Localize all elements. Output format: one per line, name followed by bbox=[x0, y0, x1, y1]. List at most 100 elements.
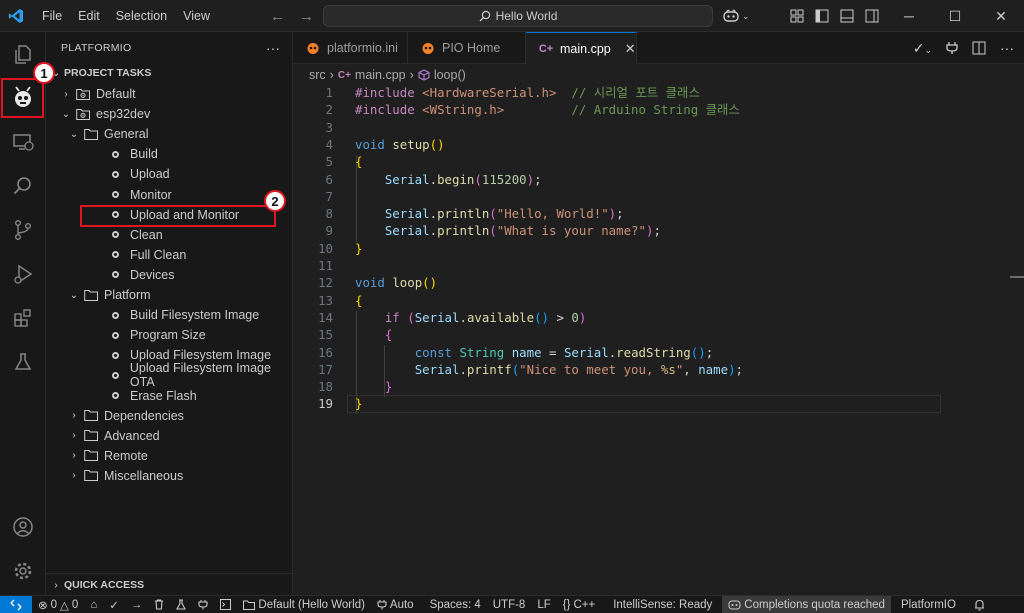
code-line[interactable]: 4 void setup() bbox=[293, 136, 1024, 153]
plug-icon[interactable] bbox=[946, 41, 958, 55]
pio-home-status-icon[interactable]: ⌂ bbox=[84, 596, 103, 613]
code-line[interactable]: 1 #include <HardwareSerial.h> // 시리얼 포트 클… bbox=[293, 84, 1024, 101]
back-arrow-icon[interactable]: ← bbox=[270, 8, 285, 25]
code-line[interactable]: 8 Serial.println("Hello, World!"); bbox=[293, 205, 1024, 222]
intellisense-status[interactable]: IntelliSense: Ready bbox=[607, 596, 718, 613]
pio-monitor-plug-icon[interactable] bbox=[192, 596, 214, 613]
copilot-chevron-icon[interactable]: ⌄ bbox=[742, 11, 750, 22]
tree-item-full-clean[interactable]: Full Clean bbox=[46, 245, 293, 265]
tree-item-clean[interactable]: Clean bbox=[46, 225, 293, 245]
check-icon[interactable]: ✓⌄ bbox=[913, 40, 932, 57]
search-activity-icon[interactable] bbox=[0, 164, 46, 208]
tab-pio-home[interactable]: PIO Home bbox=[408, 32, 526, 64]
tree-item-general[interactable]: ⌄ General bbox=[46, 124, 293, 144]
remote-explorer-icon[interactable] bbox=[0, 120, 46, 164]
eol-status[interactable]: LF bbox=[531, 596, 556, 613]
more-actions-icon[interactable]: ··· bbox=[1000, 40, 1014, 56]
pio-upload-arrow-icon[interactable]: → bbox=[125, 596, 149, 613]
code-line[interactable]: 11 bbox=[293, 257, 1024, 274]
run-debug-icon[interactable] bbox=[0, 252, 46, 296]
code-line[interactable]: 6 Serial.begin(115200); bbox=[293, 171, 1024, 188]
tree-item-program-size[interactable]: Program Size bbox=[46, 325, 293, 345]
code-line[interactable]: 14 if (Serial.available() > 0) bbox=[293, 309, 1024, 326]
pio-clean-trash-icon[interactable] bbox=[148, 596, 170, 613]
toggle-panel-icon[interactable] bbox=[840, 9, 854, 23]
code-line[interactable]: 18 } bbox=[293, 378, 1024, 395]
project-tasks-header[interactable]: ⌄ PROJECT TASKS bbox=[46, 62, 293, 84]
tree-item-dependencies[interactable]: › Dependencies bbox=[46, 406, 293, 426]
code-line[interactable]: 10} bbox=[293, 240, 1024, 257]
code-line[interactable]: 3 bbox=[293, 119, 1024, 136]
extensions-icon[interactable] bbox=[0, 296, 46, 340]
tree-item-build-filesystem-image[interactable]: Build Filesystem Image bbox=[46, 305, 293, 325]
split-editor-icon[interactable] bbox=[972, 41, 986, 55]
encoding-status[interactable]: UTF-8 bbox=[487, 596, 532, 613]
tree-item-erase-flash[interactable]: Erase Flash bbox=[46, 386, 293, 406]
toggle-primary-sidebar-icon[interactable] bbox=[815, 9, 829, 23]
accounts-icon[interactable] bbox=[0, 505, 46, 549]
tree-item-esp32dev[interactable]: ⌄ esp32dev bbox=[46, 104, 293, 124]
status-bar: ⊗ 0 △ 0 ⌂ ✓ → Default (Hello World) Auto S… bbox=[0, 595, 1024, 613]
customize-layout-icon[interactable] bbox=[790, 9, 804, 23]
minimize-icon[interactable]: ─ bbox=[886, 0, 932, 32]
tree-item-miscellaneous[interactable]: › Miscellaneous bbox=[46, 466, 293, 486]
manage-gear-icon[interactable] bbox=[0, 549, 46, 593]
code-line[interactable]: 12 void loop() bbox=[293, 274, 1024, 291]
menu-file[interactable]: File bbox=[34, 0, 70, 32]
project-env-status[interactable]: Default (Hello World) bbox=[237, 596, 371, 613]
breadcrumb-file[interactable]: main.cpp bbox=[355, 68, 406, 82]
source-control-icon[interactable] bbox=[0, 208, 46, 252]
menu-selection[interactable]: Selection bbox=[108, 0, 175, 32]
tree-item-monitor[interactable]: Monitor bbox=[46, 185, 293, 205]
menu-view[interactable]: View bbox=[175, 0, 218, 32]
code-line[interactable]: 16 const String name = Serial.readString… bbox=[293, 344, 1024, 361]
tree-item-devices[interactable]: Devices bbox=[46, 265, 293, 285]
more-actions-icon[interactable]: ··· bbox=[266, 32, 280, 64]
code-line[interactable]: 7 bbox=[293, 188, 1024, 205]
scrollbar-marker[interactable] bbox=[1010, 276, 1024, 278]
menu-edit[interactable]: Edit bbox=[70, 0, 108, 32]
auto-port-status[interactable]: Auto bbox=[371, 596, 420, 613]
pio-terminal-icon[interactable] bbox=[214, 596, 237, 613]
code-line[interactable]: 19} bbox=[293, 395, 1024, 412]
quick-access-header[interactable]: › QUICK ACCESS bbox=[46, 573, 293, 595]
tree-item-upload-filesystem-image-ota[interactable]: Upload Filesystem Image OTA bbox=[46, 361, 293, 389]
code-line[interactable]: 9 Serial.println("What is your name?"); bbox=[293, 222, 1024, 239]
code-line[interactable]: 2 #include <WString.h> // Arduino String … bbox=[293, 101, 1024, 118]
tree-item-platform[interactable]: ⌄ Platform bbox=[46, 285, 293, 305]
breadcrumb-folder[interactable]: src bbox=[309, 68, 326, 82]
quota-label: Completions quota reached bbox=[744, 598, 885, 611]
command-center-search[interactable]: Hello World bbox=[323, 5, 713, 27]
code-line[interactable]: 5{ bbox=[293, 153, 1024, 170]
testing-flask-icon[interactable] bbox=[0, 340, 46, 384]
code-editor[interactable]: 1 #include <HardwareSerial.h> // 시리얼 포트 클… bbox=[293, 84, 1024, 595]
close-window-icon[interactable]: ✕ bbox=[978, 0, 1024, 32]
tree-item-advanced[interactable]: › Advanced bbox=[46, 426, 293, 446]
forward-arrow-icon[interactable]: → bbox=[299, 8, 314, 25]
copilot-icon[interactable]: ⌄ bbox=[722, 9, 750, 23]
toggle-secondary-sidebar-icon[interactable] bbox=[865, 9, 879, 23]
tree-item-upload[interactable]: Upload bbox=[46, 164, 293, 184]
indentation-status[interactable]: Spaces: 4 bbox=[424, 596, 487, 613]
tree-item-default[interactable]: › Default bbox=[46, 84, 293, 104]
line-number: 5 bbox=[325, 154, 333, 170]
platformio-status[interactable]: PlatformIO bbox=[895, 596, 962, 613]
cpp-file-icon: C+ bbox=[337, 69, 351, 81]
tab-main-cpp[interactable]: C+ main.cpp ✕ bbox=[526, 32, 637, 64]
notifications-bell-icon[interactable] bbox=[968, 596, 991, 613]
close-tab-icon[interactable]: ✕ bbox=[625, 41, 636, 57]
breadcrumb-symbol[interactable]: loop() bbox=[434, 68, 466, 82]
code-line[interactable]: 17 Serial.printf("Nice to meet you, %s",… bbox=[293, 361, 1024, 378]
remote-indicator-icon[interactable] bbox=[0, 595, 32, 613]
tab-platformio-ini[interactable]: platformio.ini bbox=[293, 32, 408, 64]
maximize-icon[interactable]: ☐ bbox=[932, 0, 978, 32]
tree-item-remote[interactable]: › Remote bbox=[46, 446, 293, 466]
code-line[interactable]: 15 { bbox=[293, 326, 1024, 343]
problems-status[interactable]: ⊗ 0 △ 0 bbox=[32, 596, 84, 613]
pio-build-check-icon[interactable]: ✓ bbox=[103, 596, 125, 613]
copilot-quota-status[interactable]: Completions quota reached bbox=[722, 595, 891, 613]
tree-item-build[interactable]: Build bbox=[46, 144, 293, 164]
pio-test-flask-icon[interactable] bbox=[170, 596, 192, 613]
language-mode-status[interactable]: {} C++ bbox=[557, 596, 601, 613]
code-line[interactable]: 13 { bbox=[293, 292, 1024, 309]
